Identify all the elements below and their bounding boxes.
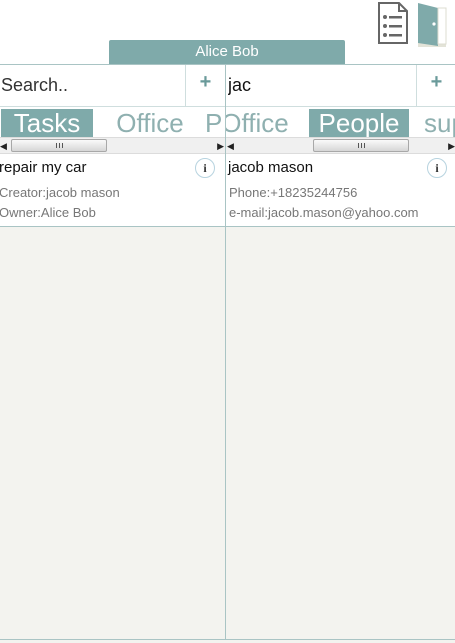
search-input[interactable] <box>0 65 183 106</box>
scroll-left-arrow-icon[interactable]: ◀ <box>0 141 7 151</box>
add-button[interactable]: + <box>185 65 225 106</box>
tasks-panel: + Tasks Office P ◀ ▶ repair my car i Cre… <box>0 64 226 640</box>
category-tabs: Tasks Office P <box>0 107 225 137</box>
category-tabs: Office People sup <box>226 107 455 137</box>
horizontal-scrollbar[interactable]: ◀ ▶ <box>226 137 455 154</box>
user-tab[interactable]: Alice Bob <box>109 40 345 64</box>
scroll-left-arrow-icon[interactable]: ◀ <box>227 141 234 151</box>
info-icon[interactable]: i <box>427 158 447 178</box>
tab-office[interactable]: Office <box>107 109 193 137</box>
scroll-thumb[interactable] <box>313 139 409 152</box>
person-email: e-mail:jacob.mason@yahoo.com <box>229 205 419 220</box>
scroll-thumb[interactable] <box>11 139 107 152</box>
exit-door-icon[interactable] <box>416 2 448 48</box>
list-document-icon[interactable] <box>377 2 409 44</box>
search-row: + <box>0 65 225 107</box>
task-owner: Owner:Alice Bob <box>0 205 96 220</box>
add-button[interactable]: + <box>416 65 455 106</box>
person-name: jacob mason <box>228 159 314 176</box>
info-icon[interactable]: i <box>195 158 215 178</box>
tab-office[interactable]: Office <box>226 109 290 137</box>
people-panel: + Office People sup ◀ ▶ jacob mason i Ph… <box>225 64 455 640</box>
person-phone: Phone:+18235244756 <box>229 185 358 200</box>
task-card[interactable]: repair my car i Creator:jacob mason Owne… <box>0 154 225 227</box>
horizontal-scrollbar[interactable]: ◀ ▶ <box>0 137 225 154</box>
search-input[interactable] <box>226 65 414 106</box>
search-row: + <box>226 65 455 107</box>
scroll-right-arrow-icon[interactable]: ▶ <box>217 141 224 151</box>
person-card[interactable]: jacob mason i Phone:+18235244756 e-mail:… <box>226 154 455 227</box>
scroll-right-arrow-icon[interactable]: ▶ <box>448 141 455 151</box>
tab-tasks[interactable]: Tasks <box>1 109 93 137</box>
tab-people[interactable]: People <box>309 109 409 137</box>
task-title: repair my car <box>0 159 87 176</box>
task-creator: Creator:jacob mason <box>0 185 120 200</box>
tab-partial[interactable]: P <box>205 109 225 137</box>
tab-partial[interactable]: sup <box>424 109 455 137</box>
